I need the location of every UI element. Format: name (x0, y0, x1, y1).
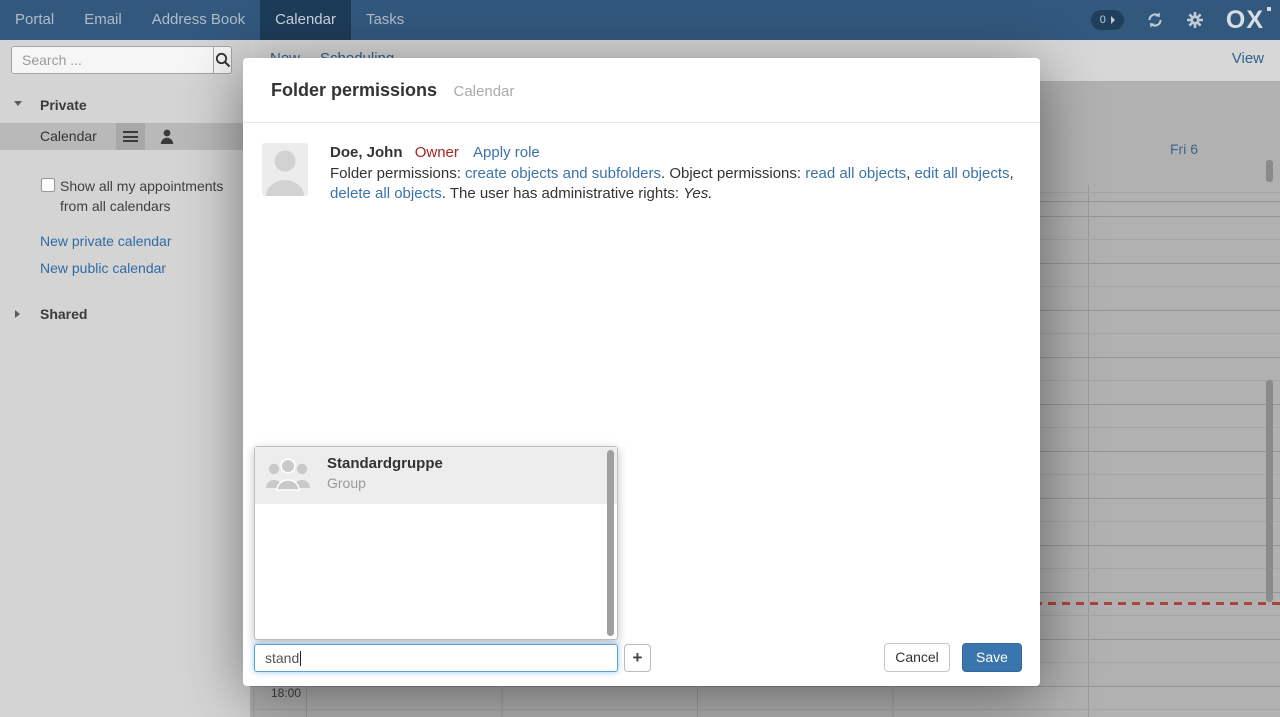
permission-entry-details: Doe, John Owner Apply role Folder permis… (330, 143, 1022, 204)
notification-badge[interactable]: 0 (1091, 10, 1124, 30)
autocomplete-item-name: Standardgruppe (327, 455, 443, 472)
autocomplete-item-standardgruppe[interactable]: Standardgruppe Group (255, 447, 617, 504)
chevron-right-icon (1111, 16, 1115, 24)
save-button[interactable]: Save (962, 643, 1022, 672)
autocomplete-item-type: Group (327, 475, 366, 491)
tab-address-book[interactable]: Address Book (137, 0, 260, 40)
settings-gear-icon[interactable] (1186, 11, 1204, 29)
show-all-appointments-row: Show all my appointments from all calend… (41, 176, 236, 216)
permission-link[interactable]: delete all objects (330, 185, 442, 202)
dropdown-scrollbar-thumb[interactable] (607, 450, 614, 636)
header-scrollbar-thumb[interactable] (1266, 160, 1273, 182)
owner-role-badge: Owner (415, 144, 459, 161)
ox-logo: OX (1226, 0, 1264, 40)
section-shared-label: Shared (40, 306, 87, 322)
section-private[interactable]: Private (0, 96, 250, 116)
permissions-person-icon[interactable] (160, 129, 174, 144)
folder-sidebar: Private Calendar Show all my appointment… (0, 40, 250, 717)
new-private-calendar-link[interactable]: New private calendar (40, 233, 172, 249)
checkbox-label-line1: Show all my appointments (60, 176, 236, 196)
tab-email[interactable]: Email (69, 0, 137, 40)
user-name: Doe, John (330, 144, 403, 161)
permissions-summary: Folder permissions: create objects and s… (330, 164, 1022, 204)
user-name-row: Doe, John Owner Apply role (330, 143, 1022, 163)
cancel-button[interactable]: Cancel (884, 643, 950, 672)
tab-portal[interactable]: Portal (0, 0, 69, 40)
expand-arrow-icon[interactable] (15, 310, 20, 318)
folder-permissions-dialog: Folder permissions Calendar Doe, John Ow… (243, 58, 1040, 686)
search-input[interactable] (12, 47, 213, 73)
tab-tasks[interactable]: Tasks (351, 0, 419, 40)
top-navigation-bar: Portal Email Address Book Calendar Tasks… (0, 0, 1280, 40)
search-button[interactable] (213, 47, 231, 73)
collapse-arrow-icon[interactable] (14, 101, 22, 106)
person-silhouette-icon (262, 143, 308, 196)
avatar (262, 143, 308, 196)
search-box (11, 46, 232, 74)
refresh-icon[interactable] (1146, 11, 1164, 29)
app-tabs: Portal Email Address Book Calendar Tasks (0, 0, 1280, 40)
permission-link[interactable]: edit all objects (914, 165, 1009, 182)
dialog-subtitle: Calendar (454, 83, 515, 100)
day-header-fri-6[interactable]: Fri 6 (1088, 141, 1280, 157)
autocomplete-dropdown: Standardgruppe Group (254, 446, 618, 640)
trademark-mark (1267, 7, 1271, 11)
tab-calendar[interactable]: Calendar (260, 0, 351, 40)
dialog-header: Folder permissions Calendar (243, 58, 1040, 123)
checkbox-label-line2: from all calendars (60, 196, 236, 216)
ox-logo-text: OX (1226, 6, 1264, 34)
add-user-button[interactable]: + (624, 644, 651, 672)
permission-link[interactable]: create objects and subfolders (465, 165, 661, 182)
permission-link[interactable]: read all objects (805, 165, 906, 182)
permission-entry-owner: Doe, John Owner Apply role Folder permis… (262, 143, 1022, 204)
time-axis-label: 18:00 (250, 686, 301, 700)
text-caret (300, 651, 301, 666)
dialog-title: Folder permissions (271, 80, 437, 100)
app-root: Portal Email Address Book Calendar Tasks… (0, 0, 1280, 717)
new-public-calendar-link[interactable]: New public calendar (40, 260, 166, 276)
notification-count: 0 (1100, 10, 1106, 30)
view-menu[interactable]: View (1232, 50, 1264, 67)
section-private-label: Private (40, 97, 87, 113)
hamburger-menu-icon (123, 131, 138, 142)
group-icon (265, 456, 311, 494)
apply-role-link[interactable]: Apply role (473, 144, 540, 161)
topbar-right-controls: 0 (1091, 0, 1280, 40)
add-user-input[interactable]: stand (254, 644, 618, 672)
add-user-input-value: stand (265, 650, 299, 666)
search-icon (215, 52, 231, 68)
grid-scrollbar-thumb[interactable] (1266, 380, 1273, 602)
sidebar-item-calendar[interactable]: Calendar (0, 123, 243, 150)
calendar-folder-label: Calendar (40, 128, 97, 144)
section-shared[interactable]: Shared (0, 305, 250, 325)
folder-options-button[interactable] (116, 123, 145, 150)
show-all-appointments-checkbox[interactable] (41, 178, 55, 192)
